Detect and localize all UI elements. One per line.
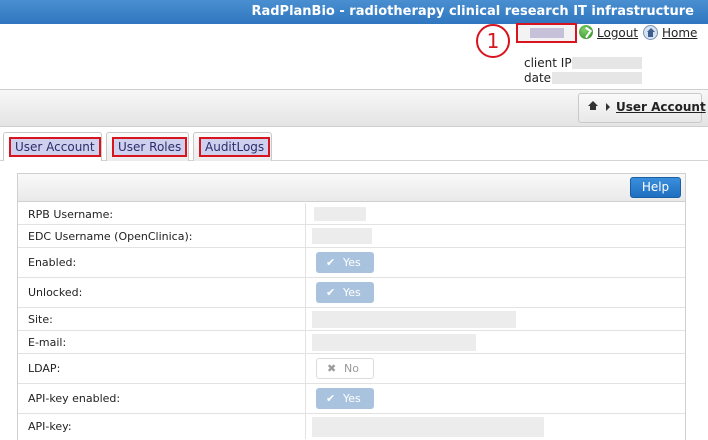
date-label: date: bbox=[524, 71, 556, 85]
app-title: RadPlanBio - radiotherapy clinical resea… bbox=[251, 4, 694, 19]
app-title-bar: RadPlanBio - radiotherapy clinical resea… bbox=[0, 0, 708, 24]
redacted-value bbox=[314, 207, 366, 221]
column-divider bbox=[305, 203, 306, 224]
breadcrumb-arrow-icon bbox=[606, 103, 610, 111]
field-label: RPB Username: bbox=[28, 208, 114, 221]
tab-label: User Account bbox=[9, 137, 101, 157]
column-divider bbox=[305, 225, 306, 247]
api-key-enabled-toggle[interactable]: ✔ Yes bbox=[316, 388, 374, 409]
unlocked-toggle[interactable]: ✔ Yes bbox=[316, 282, 374, 303]
field-row-api-key-enabled: API-key enabled: ✔ Yes bbox=[18, 384, 685, 414]
column-divider bbox=[305, 354, 306, 383]
enabled-toggle[interactable]: ✔ Yes bbox=[316, 252, 374, 273]
field-row-edc-username: EDC Username (OpenClinica): bbox=[18, 225, 685, 248]
check-icon: ✔ bbox=[326, 286, 336, 299]
breadcrumb-home-icon[interactable] bbox=[588, 101, 598, 111]
logout-link[interactable]: Logout bbox=[597, 26, 638, 40]
field-row-ldap: LDAP: ✖ No bbox=[18, 354, 685, 384]
field-label: API-key enabled: bbox=[28, 392, 121, 405]
tab-user-roles[interactable]: User Roles bbox=[106, 132, 189, 161]
field-label: LDAP: bbox=[28, 362, 61, 375]
cross-icon: ✖ bbox=[327, 362, 337, 375]
redacted-value bbox=[312, 417, 544, 437]
field-label: EDC Username (OpenClinica): bbox=[28, 230, 193, 243]
column-divider bbox=[305, 248, 306, 277]
field-label: Unlocked: bbox=[28, 286, 83, 299]
redacted-date bbox=[552, 72, 642, 84]
field-row-site: Site: bbox=[18, 308, 685, 331]
redacted-value bbox=[312, 228, 372, 244]
column-divider bbox=[305, 308, 306, 330]
tab-auditlogs[interactable]: AuditLogs bbox=[193, 132, 272, 161]
tab-label: AuditLogs bbox=[199, 137, 271, 157]
redacted-client-ip bbox=[572, 57, 642, 69]
home-link[interactable]: Home bbox=[662, 26, 697, 40]
check-icon: ✔ bbox=[326, 256, 336, 269]
field-row-unlocked: Unlocked: ✔ Yes bbox=[18, 278, 685, 308]
field-row-api-key: API-key: bbox=[18, 414, 685, 439]
field-label: E-mail: bbox=[28, 336, 67, 349]
help-button[interactable]: Help bbox=[630, 177, 681, 198]
tab-label: User Roles bbox=[112, 137, 188, 157]
user-account-panel: Help RPB Username: EDC Username (OpenCli… bbox=[17, 173, 686, 440]
field-label: API-key: bbox=[28, 420, 72, 433]
logout-icon[interactable] bbox=[579, 25, 593, 39]
toggle-label: No bbox=[344, 362, 359, 375]
redacted-value bbox=[312, 334, 476, 351]
toggle-label: Yes bbox=[343, 286, 361, 299]
callout-number: 1 bbox=[476, 24, 510, 58]
client-ip-label: client IP: bbox=[524, 56, 576, 70]
column-divider bbox=[305, 278, 306, 307]
toggle-label: Yes bbox=[343, 256, 361, 269]
field-label: Enabled: bbox=[28, 256, 77, 269]
toggle-label: Yes bbox=[343, 392, 361, 405]
redacted-username bbox=[530, 28, 564, 38]
breadcrumb-current[interactable]: User Account bbox=[616, 100, 706, 114]
field-row-email: E-mail: bbox=[18, 331, 685, 354]
column-divider bbox=[305, 384, 306, 413]
field-row-rpb-username: RPB Username: bbox=[18, 203, 685, 225]
check-icon: ✔ bbox=[326, 392, 336, 405]
home-icon[interactable] bbox=[643, 25, 658, 40]
redacted-value bbox=[312, 311, 516, 328]
field-row-enabled: Enabled: ✔ Yes bbox=[18, 248, 685, 278]
ldap-toggle[interactable]: ✖ No bbox=[316, 358, 374, 379]
field-label: Site: bbox=[28, 313, 53, 326]
column-divider bbox=[305, 331, 306, 353]
tab-user-account[interactable]: User Account bbox=[3, 132, 102, 161]
username-highlight[interactable] bbox=[516, 23, 577, 43]
panel-header: Help bbox=[18, 174, 685, 202]
column-divider bbox=[305, 414, 306, 439]
